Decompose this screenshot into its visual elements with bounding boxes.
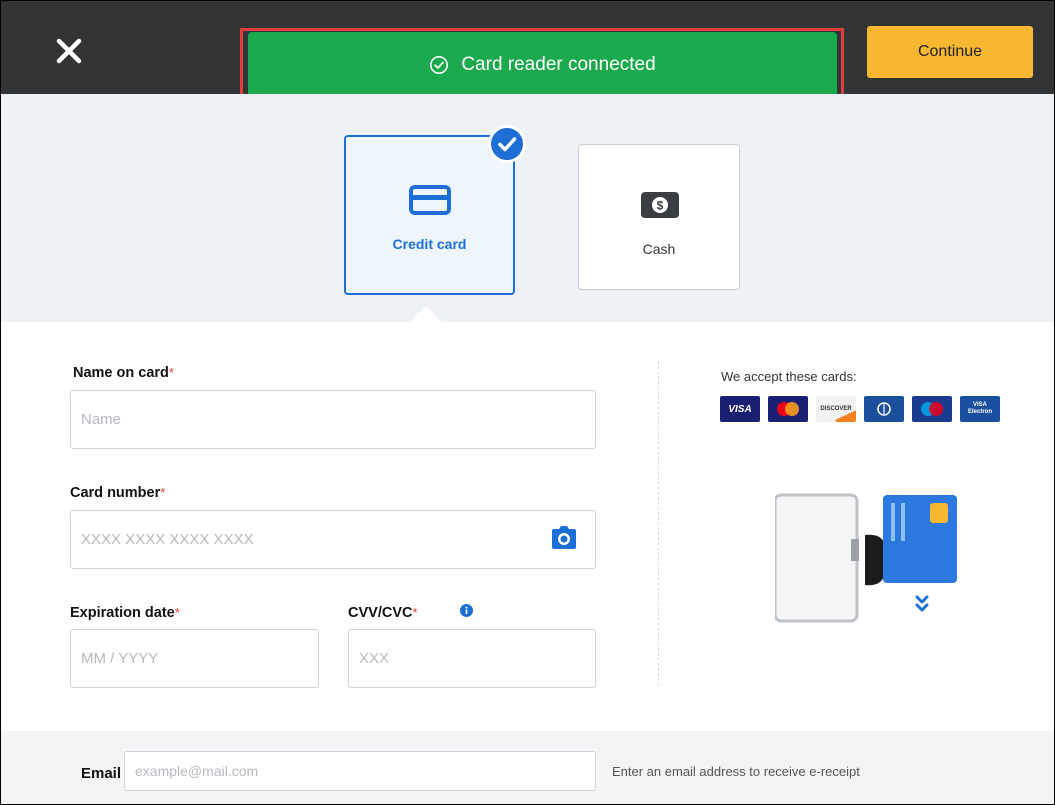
diners-club-logo — [864, 396, 904, 422]
expiration-date-input[interactable] — [70, 629, 319, 688]
selected-check-icon — [488, 125, 526, 163]
card-reader-toast: Card reader connected — [248, 32, 837, 98]
continue-button[interactable]: Continue — [867, 26, 1033, 78]
checkout-screen: Continue Card reader connected Credit ca… — [0, 0, 1055, 805]
payment-method-credit-card[interactable]: Credit card — [344, 135, 515, 295]
email-label: Email — [81, 765, 122, 782]
cash-icon: $ — [640, 191, 680, 224]
svg-text:$: $ — [657, 199, 664, 213]
payment-method-label: Cash — [642, 241, 676, 257]
maestro-logo — [912, 396, 952, 422]
card-insert-illustration — [773, 489, 960, 629]
visa-logo: VISA — [720, 396, 760, 422]
close-icon[interactable] — [49, 31, 89, 71]
payment-method-band — [1, 94, 1054, 322]
toast-text: Card reader connected — [461, 54, 656, 75]
email-hint: Enter an email address to receive e-rece… — [612, 764, 860, 779]
credit-card-icon — [409, 185, 451, 220]
name-on-card-input[interactable] — [70, 390, 596, 449]
name-on-card-label: Name on card* — [73, 365, 174, 381]
camera-icon[interactable] — [549, 523, 579, 553]
check-circle-icon — [430, 56, 449, 74]
payment-method-cash[interactable]: $ Cash — [578, 144, 740, 290]
email-input[interactable] — [124, 751, 596, 791]
discover-logo: DISCOVER — [816, 396, 856, 422]
expiration-date-label: Expiration date* — [70, 605, 180, 621]
payment-method-label: Credit card — [392, 236, 467, 252]
form-divider — [658, 361, 659, 686]
card-number-input[interactable] — [70, 510, 596, 569]
mastercard-logo — [768, 396, 808, 422]
info-icon[interactable] — [460, 604, 473, 617]
visa-electron-logo: VISA Electron — [960, 396, 1000, 422]
accepted-cards-label: We accept these cards: — [721, 369, 857, 384]
cvv-label: CVV/CVC* — [348, 605, 418, 621]
accepted-cards-list: VISA DISCOVER VISA Electron — [720, 396, 1000, 422]
card-number-label: Card number* — [70, 485, 166, 501]
cvv-input[interactable] — [348, 629, 596, 688]
